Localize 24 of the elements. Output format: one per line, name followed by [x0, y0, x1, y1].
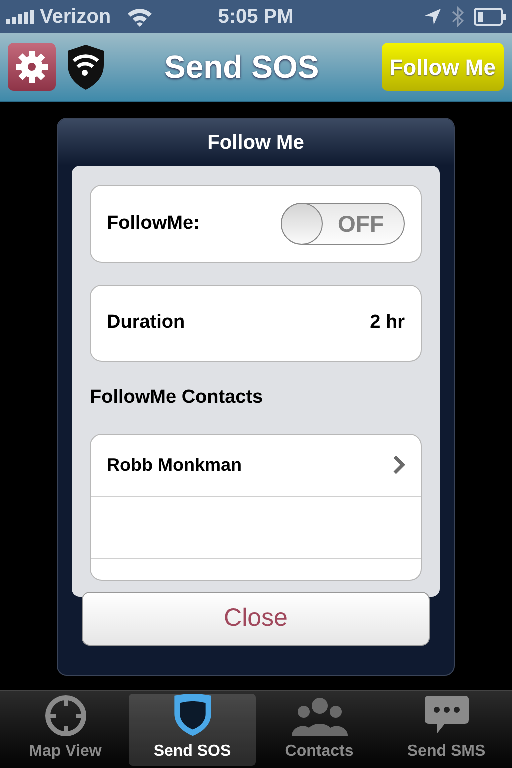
signal-icon — [6, 10, 36, 24]
carrier-name: Verizon — [40, 4, 112, 30]
location-arrow-icon — [424, 8, 442, 26]
followme-switch[interactable]: OFF — [281, 203, 405, 245]
settings-button[interactable] — [8, 43, 56, 91]
shield-wifi-icon[interactable] — [66, 43, 106, 91]
screen-title: Send SOS — [163, 48, 320, 87]
tab-button[interactable]: Contacts — [256, 694, 383, 766]
duration-value: 2 hr — [370, 311, 405, 336]
tab-button[interactable]: Send SMS — [383, 694, 510, 766]
duration-label: Duration — [107, 311, 186, 336]
status-time: 5:05 PM — [217, 4, 295, 30]
bluetooth-icon — [452, 6, 464, 28]
wifi-icon — [127, 6, 154, 26]
tab-button[interactable]: Map View — [2, 694, 129, 766]
gear-icon — [15, 50, 49, 84]
contacts-heading: FollowMe Contacts — [90, 386, 264, 410]
battery-icon — [474, 8, 506, 26]
contact-row[interactable]: Robb Monkman — [91, 434, 421, 496]
followme-label: FollowMe: — [107, 212, 201, 236]
close-button[interactable]: Close — [82, 592, 430, 646]
tab-button[interactable]: Send SOS — [129, 694, 256, 766]
chevron-icon — [393, 455, 405, 475]
contact-name: Robb Monkman — [107, 454, 243, 476]
